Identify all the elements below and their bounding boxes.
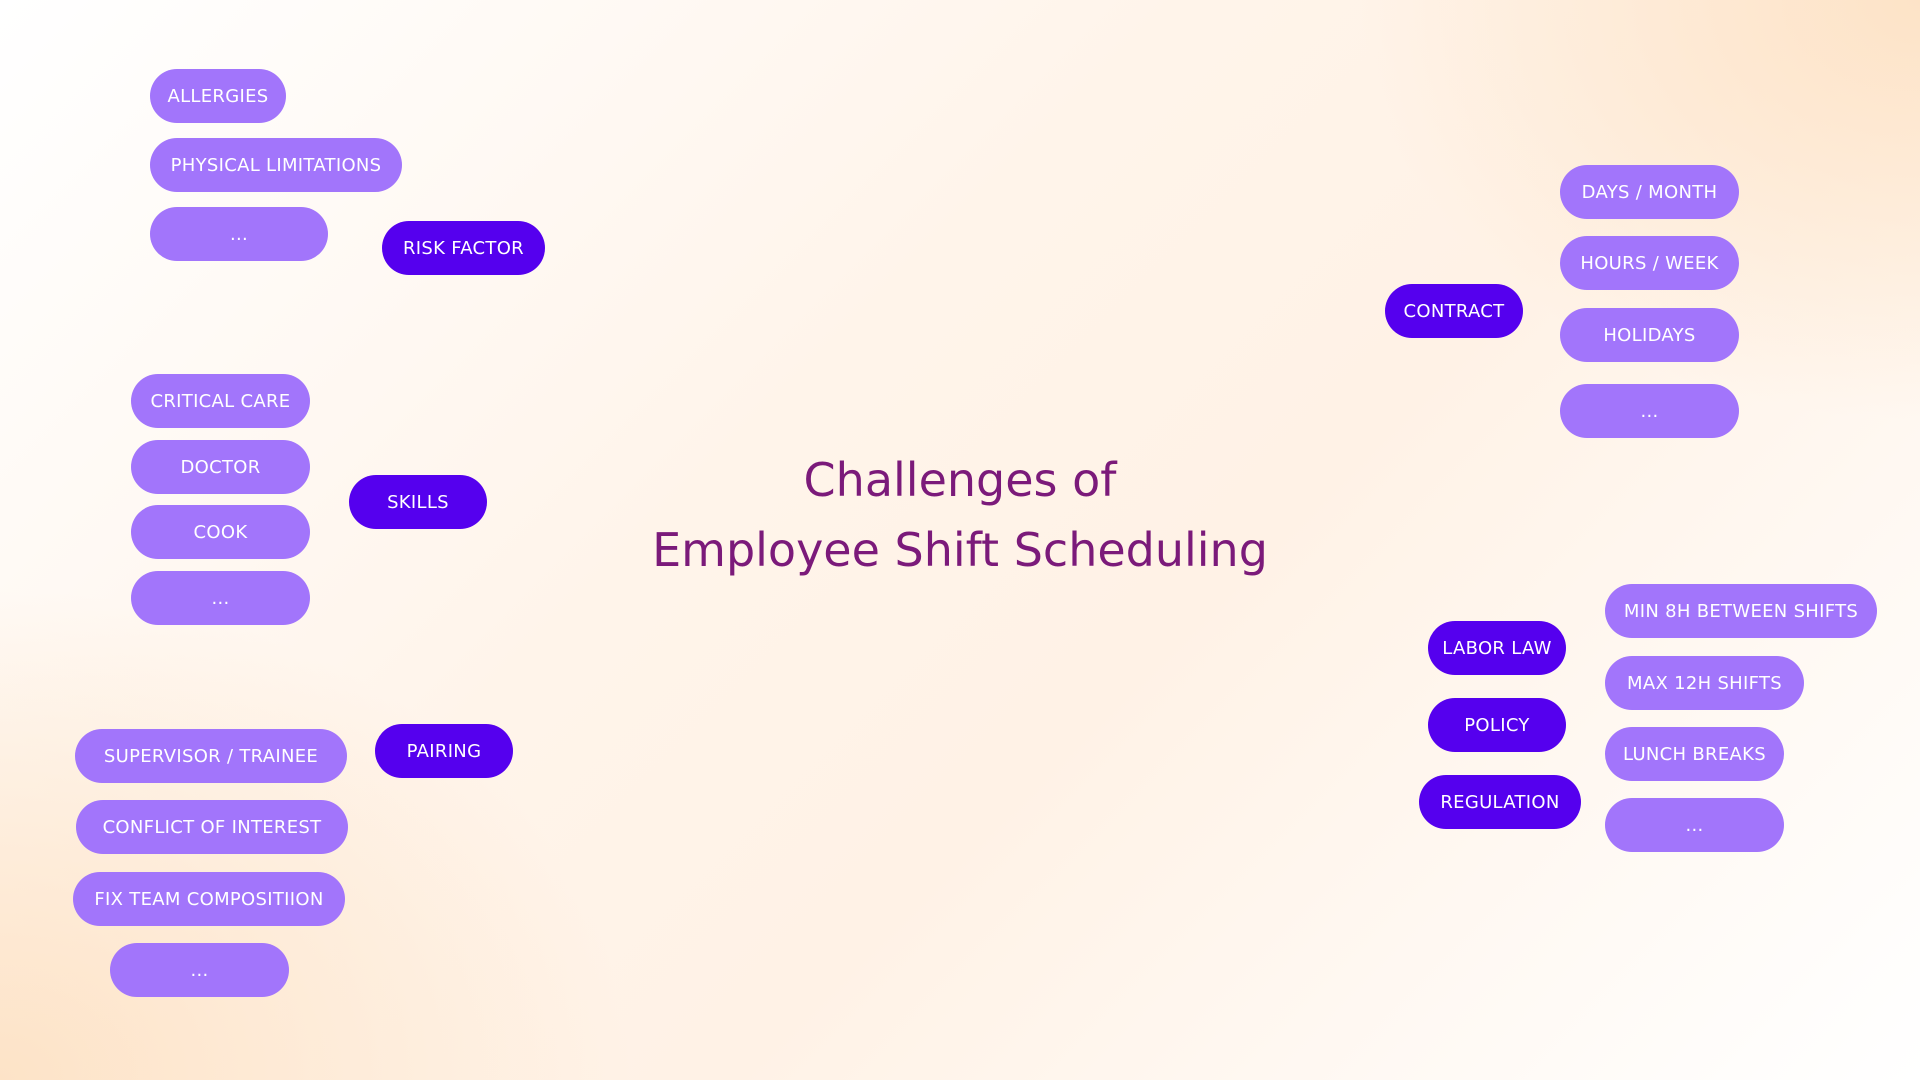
leaf-risk-factor-more[interactable]: ... (150, 207, 328, 261)
leaf-doctor[interactable]: DOCTOR (131, 440, 310, 494)
leaf-fix-team-composition[interactable]: FIX TEAM COMPOSITIION (73, 872, 345, 926)
leaf-pairing-more[interactable]: ... (110, 943, 289, 997)
leaf-regulations-more[interactable]: ... (1605, 798, 1784, 852)
category-risk-factor[interactable]: RISK FACTOR (382, 221, 545, 275)
category-skills[interactable]: SKILLS (349, 475, 487, 529)
category-pairing[interactable]: PAIRING (375, 724, 513, 778)
title-line-2: Employee Shift Scheduling (652, 523, 1268, 577)
leaf-physical-limitations[interactable]: PHYSICAL LIMITATIONS (150, 138, 402, 192)
leaf-cook[interactable]: COOK (131, 505, 310, 559)
leaf-critical-care[interactable]: CRITICAL CARE (131, 374, 310, 428)
category-contract[interactable]: CONTRACT (1385, 284, 1523, 338)
category-labor-law[interactable]: LABOR LAW (1428, 621, 1566, 675)
leaf-holidays[interactable]: HOLIDAYS (1560, 308, 1739, 362)
leaf-supervisor-trainee[interactable]: SUPERVISOR / TRAINEE (75, 729, 347, 783)
leaf-hours-week[interactable]: HOURS / WEEK (1560, 236, 1739, 290)
leaf-skills-more[interactable]: ... (131, 571, 310, 625)
leaf-min-8h-between-shifts[interactable]: MIN 8H BETWEEN SHIFTS (1605, 584, 1877, 638)
leaf-max-12h-shifts[interactable]: MAX 12H SHIFTS (1605, 656, 1804, 710)
leaf-contract-more[interactable]: ... (1560, 384, 1739, 438)
leaf-days-month[interactable]: DAYS / MONTH (1560, 165, 1739, 219)
title-line-1: Challenges of (803, 453, 1117, 507)
category-policy[interactable]: POLICY (1428, 698, 1566, 752)
leaf-allergies[interactable]: ALLERGIES (150, 69, 286, 123)
category-regulation[interactable]: REGULATION (1419, 775, 1581, 829)
leaf-conflict-of-interest[interactable]: CONFLICT OF INTEREST (76, 800, 348, 854)
leaf-lunch-breaks[interactable]: LUNCH BREAKS (1605, 727, 1784, 781)
diagram-title: Challenges of Employee Shift Scheduling (600, 445, 1320, 585)
